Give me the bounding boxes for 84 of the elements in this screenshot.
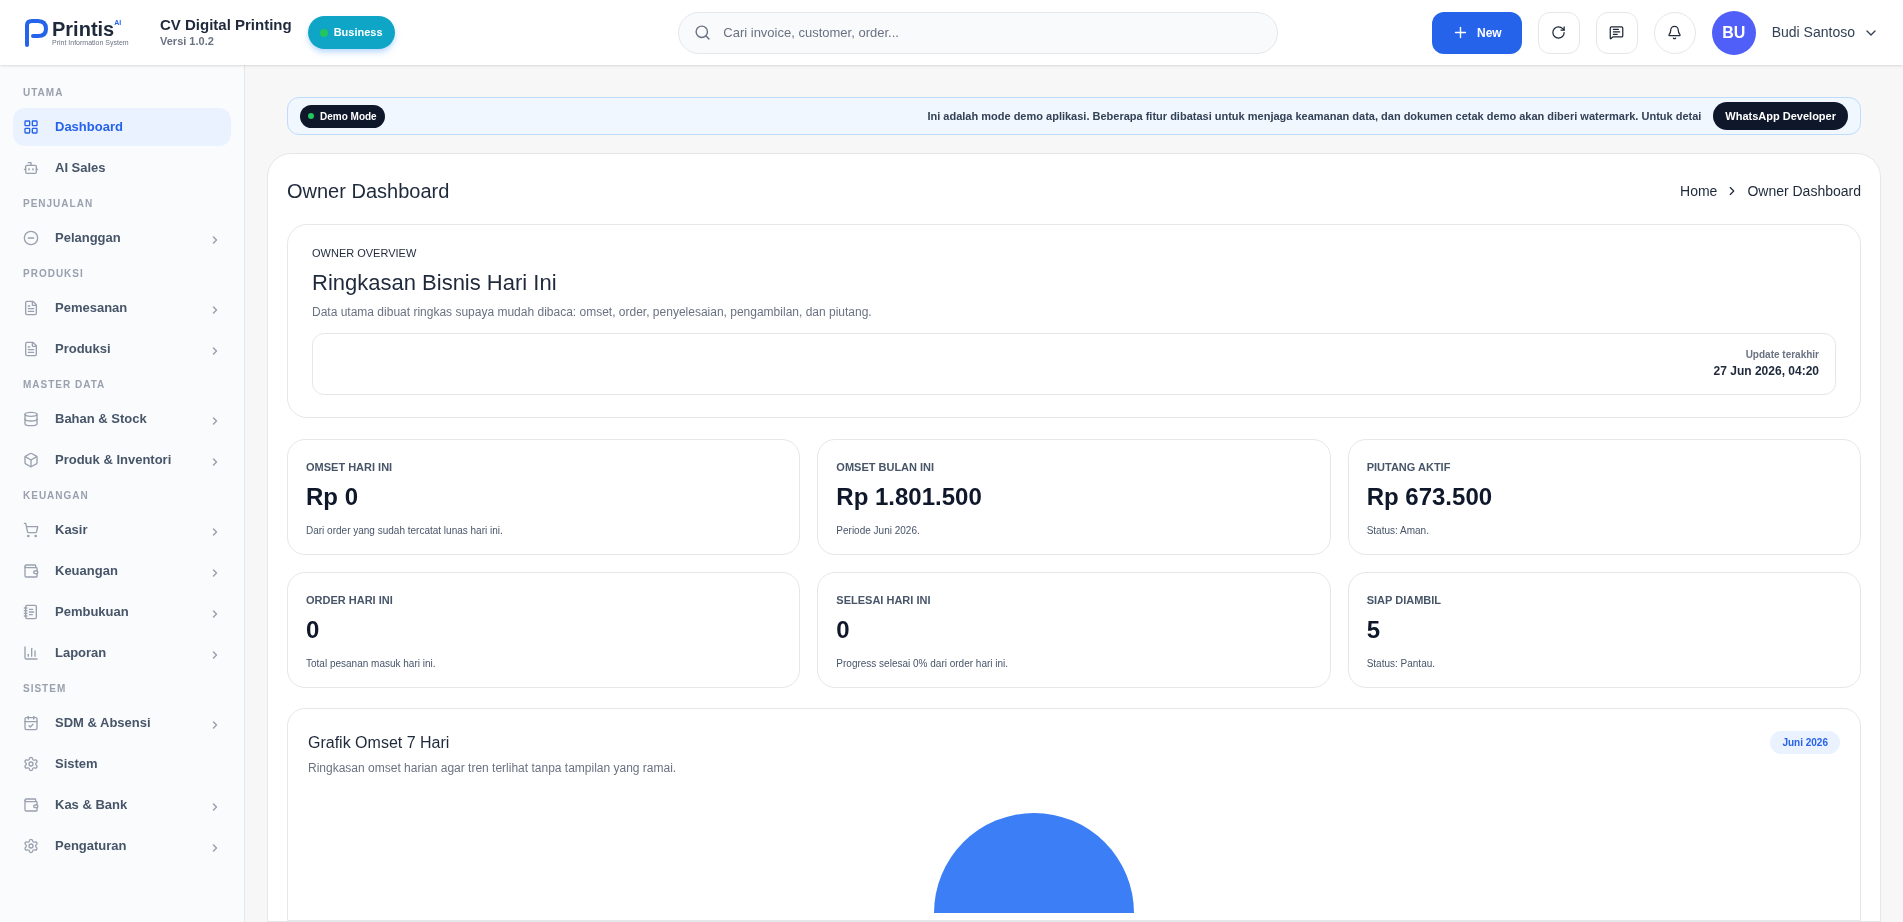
sidebar-item[interactable]: Kas & Bank [13, 786, 231, 824]
menu-icon [23, 300, 39, 316]
stat-value: 5 [1366, 615, 1381, 645]
user-menu[interactable]: Budi Santoso [1771, 22, 1879, 43]
menu-icon [23, 563, 39, 579]
refresh-icon [1551, 25, 1567, 40]
menu-icon [23, 230, 39, 246]
update-label: Update terakhir [1745, 348, 1819, 362]
overview-title: Ringkasan Bisnis Hari Ini [312, 268, 558, 297]
chart-title: Grafik Omset 7 Hari [308, 732, 451, 753]
sidebar-item[interactable]: Pembukuan [13, 593, 231, 631]
stat-note: Total pesanan masuk hari ini. [306, 657, 437, 671]
search-icon [694, 23, 712, 41]
sidebar-item[interactable]: Keuangan [13, 552, 231, 590]
menu-icon [23, 838, 39, 854]
section-heading: PENJUALAN [22, 197, 95, 211]
section-heading: KEUANGAN [22, 489, 90, 503]
section-heading: MASTER DATA [22, 378, 107, 392]
stat-label: SELESAI HARI INI [836, 592, 932, 608]
logo-text: Printis [52, 19, 115, 39]
bell-icon [1667, 25, 1683, 40]
sidebar-item[interactable]: Produksi [13, 330, 231, 368]
menu-icon [23, 341, 39, 357]
new-button[interactable]: New [1432, 11, 1522, 54]
user-avatar[interactable]: BU [1711, 10, 1756, 55]
stat-note: Periode Juni 2026. [836, 524, 921, 538]
section-heading: UTAMA [22, 86, 65, 100]
menu-icon [23, 452, 39, 468]
breadcrumb-item[interactable]: Home [1680, 180, 1718, 202]
menu-icon [23, 119, 39, 135]
version-text: Versi 1.0.2 [160, 35, 215, 49]
menu-icon [23, 604, 39, 620]
messages-button[interactable] [1595, 11, 1638, 54]
overview-description: Data utama dibuat ringkas supaya mudah dibaca: omset, order, penyelesaian, pengambilan, dan piutang. [312, 303, 873, 321]
sidebar-item[interactable]: Dashboard [13, 108, 231, 146]
sidebar-item[interactable]: Pengaturan [13, 827, 231, 865]
stat-label: PIUTANG AKTIF [1366, 459, 1452, 475]
message-icon [1609, 25, 1625, 40]
stat-value: 0 [836, 615, 851, 645]
sidebar-item[interactable]: AI Sales [13, 149, 231, 187]
stat-note: Status: Pantau. [1366, 657, 1437, 671]
plan-badge: Business [307, 16, 395, 49]
section-heading: SISTEM [22, 682, 68, 696]
stat-value: Rp 1.801.500 [836, 482, 983, 512]
stat-label: OMSET HARI INI [306, 459, 394, 475]
sidebar-item[interactable]: Sistem [13, 745, 231, 783]
section-heading: PRODUKSI [22, 267, 85, 281]
stat-note: Status: Aman. [1366, 524, 1430, 538]
sidebar-item[interactable]: Pelanggan [13, 219, 231, 257]
logo-icon [24, 18, 48, 47]
menu-icon [23, 756, 39, 772]
menu-icon [23, 715, 39, 731]
search-field[interactable]: Cari invoice, customer, order... [678, 11, 1279, 54]
update-value: 27 Jun 2026, 04:20 [1713, 363, 1819, 380]
plus-icon [1452, 24, 1469, 41]
sidebar-item[interactable]: Bahan & Stock [13, 400, 231, 438]
stat-label: OMSET BULAN INI [836, 459, 936, 475]
menu-icon [23, 797, 39, 813]
company-name: CV Digital Printing [160, 16, 292, 35]
period-badge: Juni 2026 [1770, 730, 1840, 754]
stat-label: SIAP DIAMBIL [1366, 592, 1442, 608]
stat-note: Progress selesai 0% dari order hari ini. [836, 657, 1010, 671]
stat-value: Rp 0 [306, 482, 359, 512]
refresh-button[interactable] [1537, 11, 1580, 54]
menu-icon [23, 645, 39, 661]
menu-icon [23, 160, 39, 176]
sidebar-item[interactable]: Laporan [13, 634, 231, 672]
menu-icon [23, 522, 39, 538]
menu-icon [23, 411, 39, 427]
demo-badge: Demo Mode [300, 104, 385, 128]
sidebar-item[interactable]: Kasir [13, 511, 231, 549]
stat-value: Rp 673.500 [1366, 482, 1494, 512]
sidebar-item[interactable]: Pemesanan [13, 289, 231, 327]
page-title: Owner Dashboard [287, 179, 450, 204]
sidebar-item[interactable]: SDM & Absensi [13, 704, 231, 742]
stat-value: 0 [306, 615, 321, 645]
chart-subtitle: Ringkasan omset harian agar tren terlihat tanpa tampilan yang ramai. [308, 759, 677, 777]
overview-eyebrow: OWNER OVERVIEW [312, 246, 418, 261]
sidebar-item[interactable]: Produk & Inventori [13, 441, 231, 479]
whatsapp-button[interactable]: WhatsApp Developer [1713, 101, 1848, 131]
stat-note: Dari order yang sudah tercatat lunas hari ini. [306, 524, 504, 538]
breadcrumb-item: Owner Dashboard [1747, 181, 1861, 201]
demo-message: Ini adalah mode demo aplikasi. Beberapa fitur dibatasi untuk menjaga keamanan data, dan dokumen cetak demo akan diberi watermark. Untuk detai [926, 108, 1702, 124]
stat-label: ORDER HARI INI [306, 592, 394, 608]
